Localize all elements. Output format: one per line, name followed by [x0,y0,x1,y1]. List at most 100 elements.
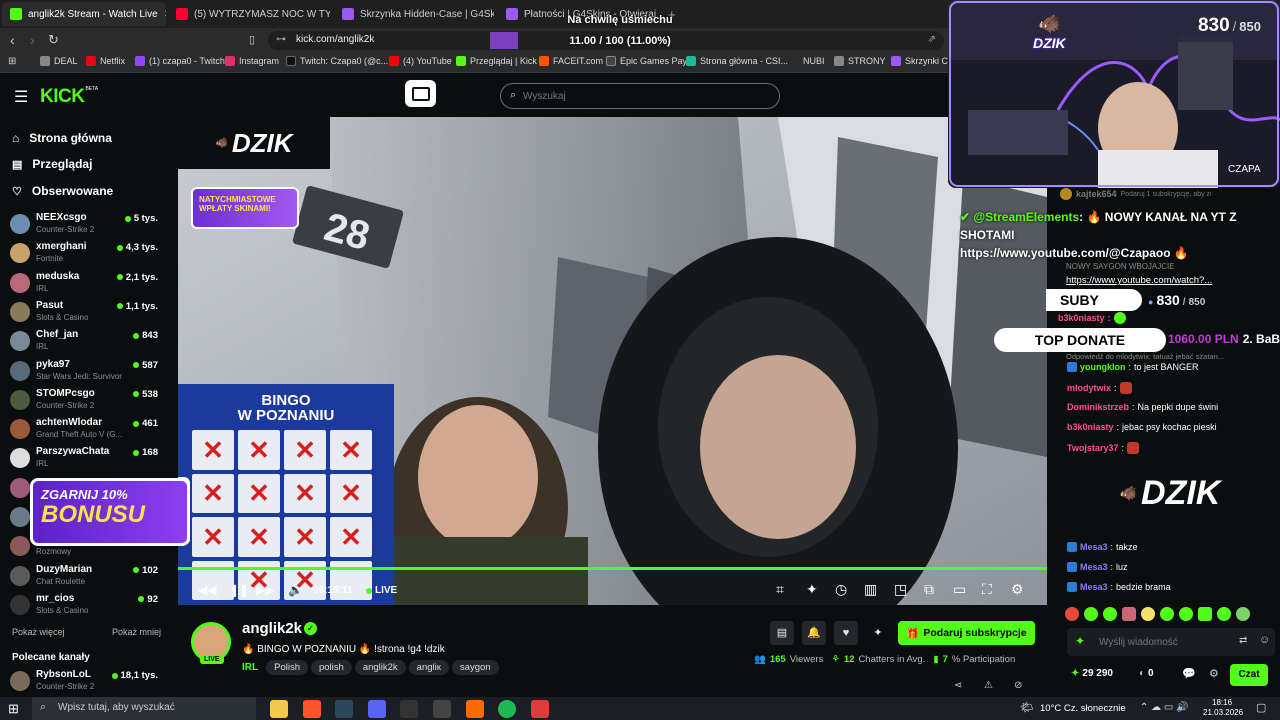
search-box[interactable]: ⌕ [500,83,780,109]
recommended-channel[interactable]: RybsonLoL Counter-Strike 2 18,1 tys. [10,667,162,695]
emote-icon[interactable] [1236,607,1250,621]
emote-icon[interactable] [1160,607,1174,621]
close-tab-icon[interactable]: ✕ [164,9,166,20]
taskbar-search-box[interactable]: ⌕ Wpisz tutaj, aby wyszukać [32,697,256,720]
reload-icon[interactable]: ↻ [48,32,59,48]
sidebar-channel[interactable]: ParszywaChata IRL 168 [10,444,162,472]
discord-icon[interactable] [368,700,386,718]
bookmark-item[interactable]: (4) YouTube [389,56,452,66]
windows-start-icon[interactable]: ⊞ [8,701,19,717]
sparkle-icon[interactable]: ✦ [1075,634,1085,648]
saygon-link[interactable]: https://www.youtube.com/watch?... [1066,275,1212,286]
bookmark-item[interactable]: Przeglądaj | Kick [456,56,537,66]
back-icon[interactable]: ‹ [10,32,15,48]
streamer-name[interactable]: anglik2k [242,620,302,637]
video-player[interactable]: 28 🐗 DZIK NATYCHMIASTOWE WPŁATY SKINAMI!… [178,117,1047,605]
emote-icon[interactable] [1084,607,1098,621]
clip-icon[interactable]: ⌗ [776,581,784,598]
share-icon[interactable]: ⇗ [928,34,936,45]
bookmark-item[interactable]: NUBI [789,56,825,66]
tag-chip[interactable]: polish [310,660,352,675]
browser-tab-g4skins-case[interactable]: Skrzynka Hidden-Case | G4Skins - Ot [334,2,494,26]
bookmark-item[interactable]: STRONY [834,56,886,66]
fullscreen-icon[interactable]: ⛶ [982,581,992,598]
miniplayer-icon[interactable]: ◳ [894,581,907,598]
sidebar-channel[interactable]: xmerghani Fortnite 4,3 tys. [10,239,162,267]
spotify-icon[interactable] [498,700,516,718]
rewind-icon[interactable]: ◀◀ [198,583,216,597]
tag-chip[interactable]: saygon [451,660,499,675]
apps-grid-icon[interactable]: ⊞ [8,56,16,67]
sidebar-channel[interactable]: Chef_jan IRL 843 [10,327,162,355]
chat-settings-icon[interactable]: ⚙ [1209,667,1219,680]
forward-icon[interactable]: ▶▶ [256,583,274,597]
chat-bubbles-icon[interactable]: 💬 [1182,667,1196,680]
sponsor-logo[interactable] [405,80,436,107]
chat-username[interactable]: Dominikstrzeb [1067,402,1129,412]
epic-games-icon[interactable] [400,700,418,718]
sidebar-item-home[interactable]: ⌂ Strona główna [12,131,112,145]
volume-icon[interactable]: 🔈 [288,583,303,597]
search-input[interactable] [523,88,763,104]
notifications-icon[interactable]: ▢ [1256,701,1266,714]
progress-bar[interactable] [178,567,1047,570]
sidebar-channel[interactable]: mr_cios Slots & Casino 92 [10,591,162,619]
sidebar-channel[interactable]: pyka97 Star Wars Jedi: Survivor 587 [10,357,162,385]
faceit-icon[interactable] [466,700,484,718]
menu-icon[interactable]: ☰ [14,87,28,107]
bookmark-page-icon[interactable]: ▯ [249,33,255,46]
sparkle-icon[interactable]: ✦ [806,581,818,598]
sidebar-channel[interactable]: NEEXcsgo Counter-Strike 2 5 tys. [10,210,162,238]
sidebar-item-following[interactable]: ♡ Obserwowane [12,184,113,198]
forward-icon[interactable]: › [30,32,35,48]
steam-icon[interactable] [335,700,353,718]
media-app-icon[interactable] [531,700,549,718]
emote-icon[interactable] [1179,607,1193,621]
browser-tab-youtube[interactable]: (5) WYTRZYMASZ NOC W TYM ŁÓŻ [168,2,330,26]
kick-logo[interactable]: KICK BETA [40,86,98,108]
sidebar-channel[interactable]: DuzyMarian Chat Roulette 102 [10,562,162,590]
tag-chip[interactable]: anglik2k [354,660,406,675]
chat-input[interactable] [1099,634,1219,650]
tag-chip[interactable]: angliк [408,660,449,675]
chat-username[interactable]: mlodytwix [1067,383,1111,393]
bookmark-item[interactable]: Epic Games Pay [606,56,687,66]
emote-icon[interactable] [1198,607,1212,621]
bookmark-item[interactable]: Strona główna - CSI... [686,56,788,66]
sidebar-channel[interactable]: achtenWlodar Grand Theft Auto V (G... 461 [10,415,162,443]
file-explorer-icon[interactable] [270,700,288,718]
emote-icon[interactable] [1103,607,1117,621]
chat-username[interactable]: b3k0niasty [1067,422,1114,432]
bookmark-item[interactable]: Instagram [225,56,279,66]
cast-icon[interactable]: ⧉ [924,581,934,598]
stats-icon[interactable]: ▥ [864,581,877,598]
other-points[interactable]: ◐ 0 [1139,668,1154,679]
emoji-icon[interactable]: ☺ [1259,634,1270,646]
show-less-link[interactable]: Pokaż mniej [112,627,161,637]
pause-icon[interactable]: ❚❚ [229,583,249,597]
chat-username[interactable]: Mesa3 [1080,582,1108,592]
bookmark-item[interactable]: FACEIT.com [539,56,603,66]
share-icon[interactable]: ⋖ [954,680,962,691]
bookmark-item[interactable]: Twitch: Czapa0 (@c... [286,56,388,66]
sidebar-item-browse[interactable]: ▤ Przeglądaj [12,157,92,171]
chat-username[interactable]: youngklon [1080,362,1126,372]
report-icon[interactable]: ⚠ [984,680,993,691]
channel-points[interactable]: ✦ 29 290 [1071,668,1113,679]
sidebar-channel[interactable]: meduska IRL 2,1 tys. [10,269,162,297]
follow-button[interactable]: ♥ [834,621,858,645]
translate-icon[interactable]: ⇄ [1239,635,1247,646]
notifications-button[interactable]: 🔔 [802,621,826,645]
emote-icon[interactable] [1217,607,1231,621]
bookmark-item[interactable]: (1) czapa0 - Twitch [135,56,225,66]
chat-username[interactable]: Twojstary37 [1067,443,1118,453]
streamelements-link[interactable]: https://www.youtube.com/@Czapaoo 🔥 [960,246,1189,260]
bookmark-item[interactable]: DEAL [40,56,78,66]
chat-popout-button[interactable]: ▤ [770,621,794,645]
send-chat-button[interactable]: Czat [1230,664,1268,686]
brave-browser-icon[interactable] [303,700,321,718]
sidebar-channel[interactable]: Pasut Slots & Casino 1,1 tys. [10,298,162,326]
category-link[interactable]: IRL [242,662,258,673]
emote-icon[interactable] [1122,607,1136,621]
browser-tab-kick[interactable]: anglik2k Stream - Watch Live ✕ [2,2,166,26]
